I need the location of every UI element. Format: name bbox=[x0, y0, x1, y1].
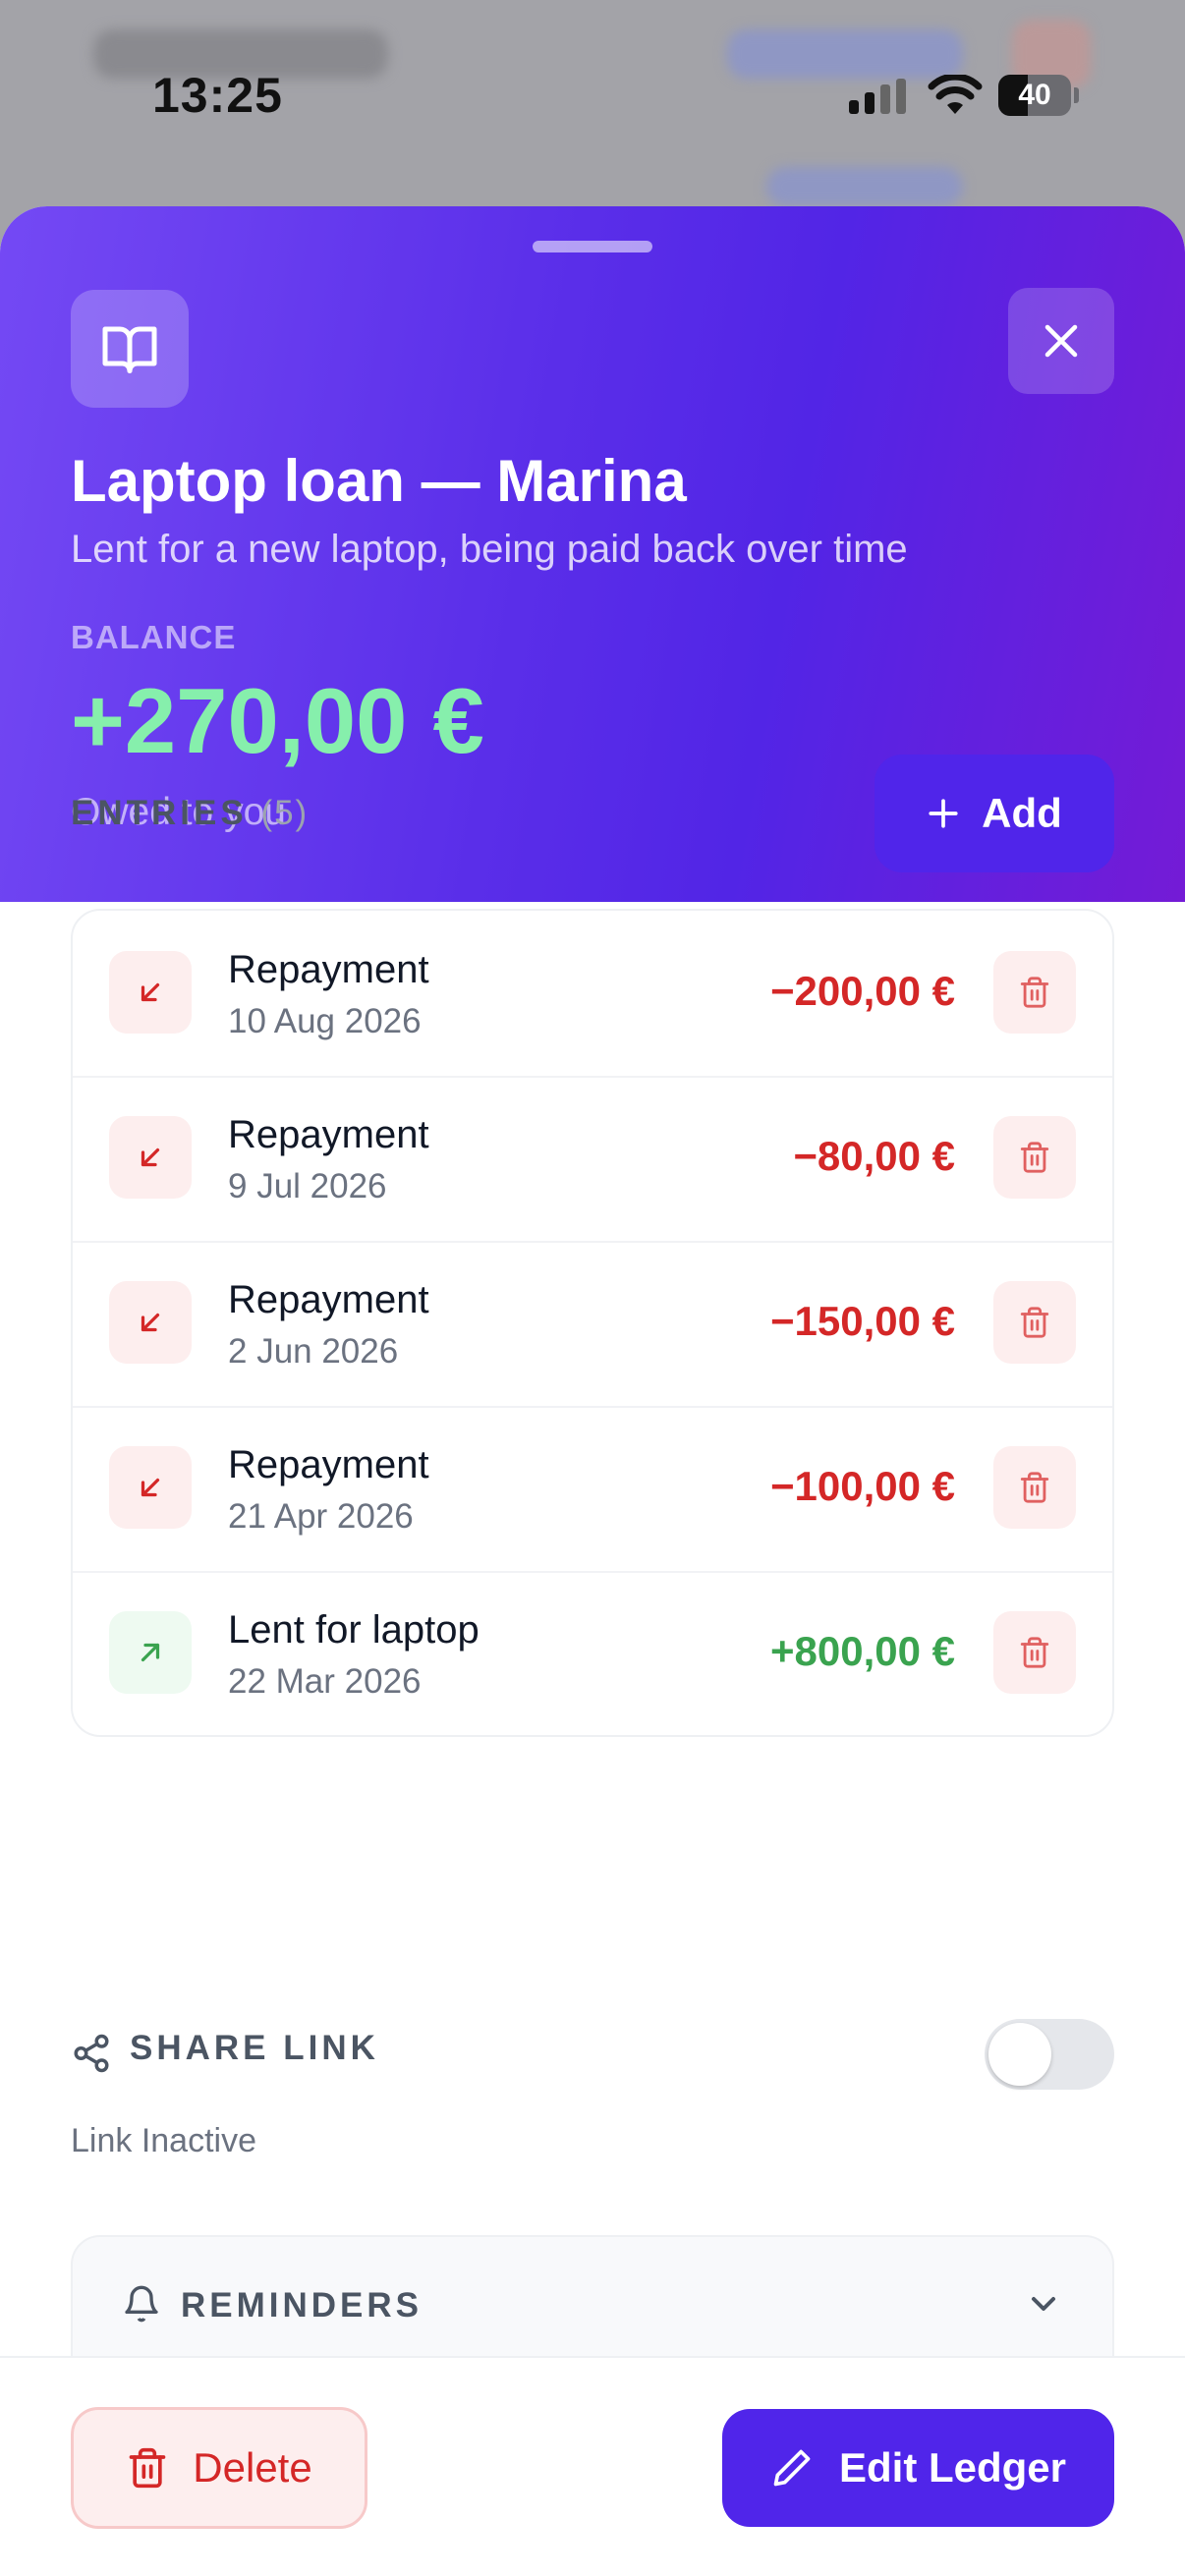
entry-date: 21 Apr 2026 bbox=[228, 1497, 414, 1536]
sheet-grabber[interactable] bbox=[533, 241, 652, 252]
entry-date: 22 Mar 2026 bbox=[228, 1662, 422, 1701]
trash-icon bbox=[1018, 1636, 1051, 1669]
entry-amount: −100,00 € bbox=[769, 1463, 955, 1509]
arrow-down-left-icon bbox=[109, 1116, 192, 1199]
chevron-down-icon bbox=[1032, 2297, 1055, 2311]
entry-amount: +800,00 € bbox=[769, 1628, 955, 1674]
share-link-toggle[interactable] bbox=[985, 2019, 1114, 2090]
pencil-icon bbox=[773, 2449, 811, 2487]
entry-row[interactable]: Repayment 10 Aug 2026 −200,00 € bbox=[73, 911, 1112, 1076]
share-icon bbox=[74, 2034, 109, 2073]
link-status: Link Inactive bbox=[71, 2122, 256, 2159]
entry-date: 9 Jul 2026 bbox=[228, 1167, 387, 1205]
entry-amount: −150,00 € bbox=[769, 1298, 955, 1344]
entry-label: Repayment bbox=[228, 1443, 429, 1486]
share-link-label: SHARE LINK bbox=[130, 2029, 379, 2067]
delete-entry-button[interactable] bbox=[993, 1446, 1076, 1529]
delete-entry-button[interactable] bbox=[993, 951, 1076, 1034]
ledger-subtitle: Lent for a new laptop, being paid back o… bbox=[71, 528, 908, 571]
share-link-row: SHARE LINK bbox=[71, 2019, 1114, 2098]
reminders-label: REMINDERS bbox=[181, 2286, 423, 2324]
delete-entry-button[interactable] bbox=[993, 1611, 1076, 1694]
entry-amount: −80,00 € bbox=[793, 1133, 955, 1179]
delete-entry-button[interactable] bbox=[993, 1116, 1076, 1199]
edit-ledger-label: Edit Ledger bbox=[838, 2444, 1067, 2491]
cellular-signal-icon bbox=[849, 79, 906, 114]
arrow-down-left-icon bbox=[109, 1281, 192, 1364]
entries-list: Repayment 10 Aug 2026 −200,00 € Repayment 9 … bbox=[71, 909, 1114, 1737]
trash-icon bbox=[129, 2447, 166, 2489]
trash-icon bbox=[1018, 1306, 1051, 1339]
arrow-down-left-icon bbox=[109, 951, 192, 1034]
add-entry-button[interactable]: Add bbox=[875, 755, 1114, 872]
entries-count: (5) bbox=[260, 794, 310, 832]
entry-label: Lent for laptop bbox=[228, 1608, 480, 1652]
delete-entry-button[interactable] bbox=[993, 1281, 1076, 1364]
balance-value: +270,00 € bbox=[71, 669, 484, 772]
ledger-title: Laptop loan — Marina bbox=[71, 448, 687, 514]
battery-icon: 40 bbox=[998, 75, 1079, 116]
entry-row[interactable]: Lent for laptop 22 Mar 2026 +800,00 € bbox=[73, 1571, 1112, 1736]
entries-heading: ENTRIES (5) bbox=[71, 794, 310, 832]
trash-icon bbox=[1018, 1141, 1051, 1174]
book-open-icon bbox=[71, 290, 189, 408]
entry-label: Repayment bbox=[228, 948, 429, 991]
entry-row[interactable]: Repayment 9 Jul 2026 −80,00 € bbox=[73, 1076, 1112, 1241]
delete-label: Delete bbox=[193, 2444, 312, 2491]
entry-label: Repayment bbox=[228, 1278, 429, 1321]
wifi-icon bbox=[928, 75, 983, 114]
delete-ledger-button[interactable]: Delete bbox=[71, 2407, 367, 2529]
entry-row[interactable]: Repayment 2 Jun 2026 −150,00 € bbox=[73, 1241, 1112, 1406]
add-entry-label: Add bbox=[982, 790, 1062, 836]
entry-date: 10 Aug 2026 bbox=[228, 1002, 422, 1040]
entry-row[interactable]: Repayment 21 Apr 2026 −100,00 € bbox=[73, 1406, 1112, 1571]
entry-date: 2 Jun 2026 bbox=[228, 1332, 399, 1371]
close-icon bbox=[1044, 324, 1078, 358]
balance-label: BALANCE bbox=[71, 619, 237, 655]
edit-ledger-button[interactable]: Edit Ledger bbox=[722, 2409, 1114, 2527]
status-bar: 13:25 40 bbox=[0, 0, 1185, 196]
trash-icon bbox=[1018, 976, 1051, 1009]
status-time: 13:25 bbox=[152, 68, 283, 123]
entry-amount: −200,00 € bbox=[769, 968, 955, 1014]
arrow-down-left-icon bbox=[109, 1446, 192, 1529]
bell-icon bbox=[125, 2285, 158, 2323]
trash-icon bbox=[1018, 1471, 1051, 1504]
reminders-section[interactable]: REMINDERS bbox=[71, 2235, 1114, 2363]
footer-actions: Delete Edit Ledger bbox=[0, 2356, 1185, 2576]
toggle-knob bbox=[988, 2023, 1051, 2086]
arrow-up-right-icon bbox=[109, 1611, 192, 1694]
close-button[interactable] bbox=[1008, 288, 1114, 394]
plus-icon bbox=[929, 799, 958, 828]
entry-label: Repayment bbox=[228, 1113, 429, 1156]
